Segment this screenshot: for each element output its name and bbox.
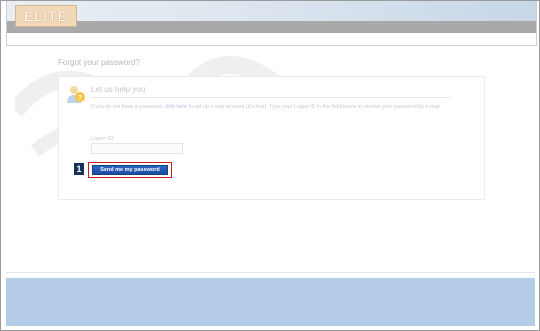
footer — [6, 278, 535, 326]
svg-text:?: ? — [78, 95, 82, 102]
header-band — [7, 1, 536, 21]
help-panel: ? Let us help you If you do not have a p… — [58, 76, 485, 200]
instructions-text-end: to set up a new account (it's free). Typ… — [187, 104, 442, 110]
footer-divider — [6, 272, 535, 273]
section-heading: Let us help you — [91, 85, 146, 94]
header: ELITE — [6, 1, 537, 46]
instructions-text: If you do not have a password, click her… — [91, 103, 451, 112]
signup-link[interactable]: click here — [165, 104, 187, 110]
logon-id-field[interactable] — [91, 143, 183, 154]
step-number-badge: 1 — [74, 163, 84, 175]
logon-id-label: Logon ID: — [91, 136, 115, 142]
send-password-button[interactable]: Send me my password — [92, 165, 168, 175]
user-help-icon: ? — [67, 86, 85, 103]
logo: ELITE — [15, 5, 77, 27]
page-title: Forgot your password? — [58, 58, 140, 67]
instructions-text-start: If you do not have a password, — [91, 104, 165, 110]
header-stripe — [7, 21, 536, 33]
page-frame: ELITE Forgot your password? ? Let us hel… — [0, 0, 540, 331]
section-divider — [90, 97, 451, 98]
